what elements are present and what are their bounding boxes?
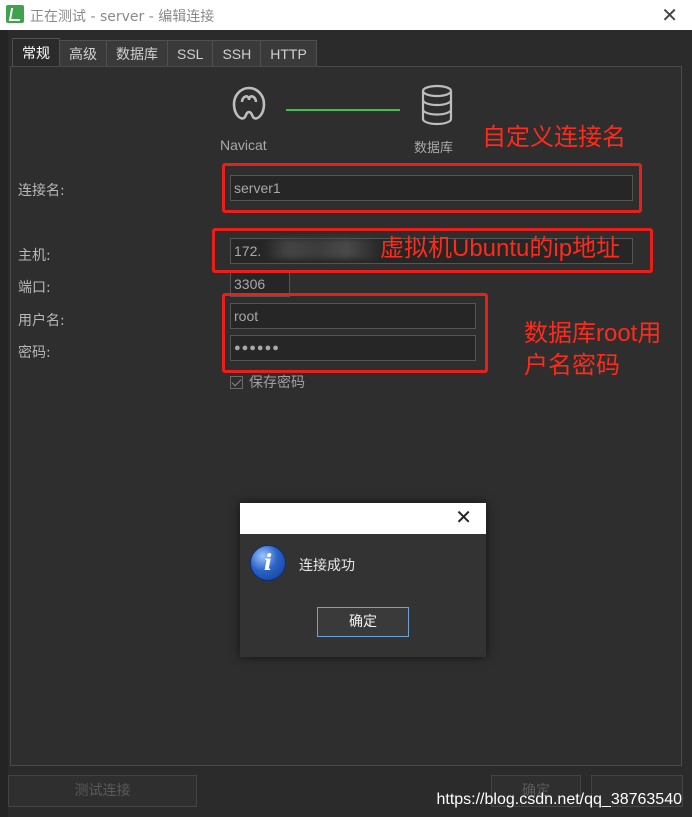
tab-ssl[interactable]: SSL	[167, 40, 214, 66]
connection-flow-diagram: Navicat 数据库	[220, 80, 480, 160]
messagebox-text: 连接成功	[299, 558, 355, 574]
annotation-box-connection-name	[222, 163, 642, 213]
database-label: 数据库	[414, 140, 454, 155]
info-icon: i	[250, 545, 286, 581]
window-title: 正在测试 - server - 编辑连接	[30, 9, 215, 25]
connection-name-label: 连接名:	[18, 183, 65, 199]
connection-success-messagebox: ✕ i 连接成功 确定	[240, 503, 486, 657]
annotation-connection-name: 自定义连接名	[482, 124, 626, 151]
annotation-credentials-line2: 户名密码	[524, 352, 620, 379]
window-titlebar: 正在测试 - server - 编辑连接 ✕	[0, 0, 692, 30]
port-label: 端口:	[18, 280, 51, 296]
save-password-row[interactable]: 保存密码	[230, 372, 305, 392]
test-connection-button[interactable]: 测试连接	[8, 775, 197, 807]
tab-ssh[interactable]: SSH	[212, 40, 262, 66]
window-close-icon[interactable]: ✕	[661, 3, 678, 27]
navicat-app-icon	[6, 5, 24, 23]
password-label: 密码:	[18, 345, 51, 361]
username-label: 用户名:	[18, 313, 65, 329]
navicat-logo-icon	[232, 86, 266, 120]
annotation-box-credentials	[222, 293, 488, 373]
background-window-edge	[0, 30, 8, 817]
messagebox-ok-button[interactable]: 确定	[317, 607, 409, 637]
annotation-credentials-line1: 数据库root用	[524, 320, 662, 347]
navicat-label: Navicat	[220, 137, 267, 153]
save-password-checkbox[interactable]	[230, 376, 243, 389]
tab-databases[interactable]: 数据库	[106, 40, 168, 66]
connection-line	[286, 109, 400, 111]
tab-bar: 常规 高级 数据库 SSL SSH HTTP	[12, 38, 317, 66]
tab-general[interactable]: 常规	[12, 38, 60, 66]
tab-advanced[interactable]: 高级	[59, 40, 107, 66]
tab-http[interactable]: HTTP	[260, 40, 317, 66]
messagebox-titlebar	[240, 503, 486, 534]
csdn-watermark: https://blog.csdn.net/qq_38763540	[436, 791, 682, 808]
database-icon	[421, 84, 453, 126]
annotation-host: 虚拟机Ubuntu的ip地址	[380, 235, 621, 262]
save-password-label: 保存密码	[249, 375, 305, 391]
host-label: 主机:	[18, 248, 51, 264]
messagebox-close-icon[interactable]: ✕	[455, 505, 472, 529]
